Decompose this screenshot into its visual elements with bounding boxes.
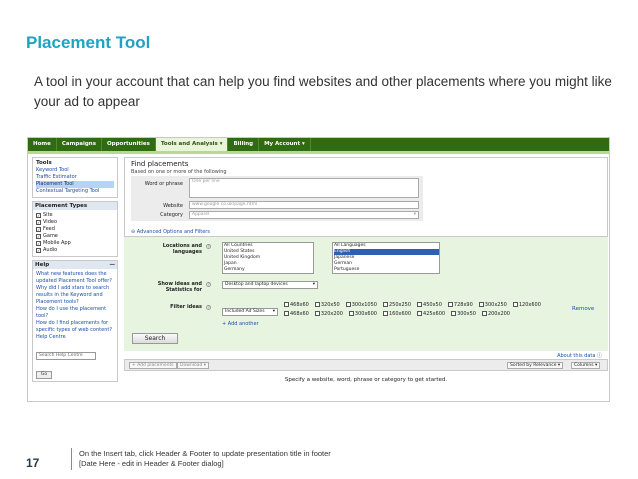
ad-sizes-row-1: 468x60 320x50 300x1050 250x250 450x50 728x90 3… <box>284 301 547 309</box>
help-icon[interactable]: ? <box>206 305 211 310</box>
help-link-use-tool[interactable]: How do I use the placement tool? <box>36 306 114 320</box>
nav-underline <box>28 151 609 154</box>
checkbox-icon[interactable]: ✓ <box>36 213 41 218</box>
chevron-down-icon: ▾ <box>272 309 275 314</box>
size-option[interactable]: 120x600 <box>512 301 541 309</box>
size-option[interactable]: 468x60 <box>284 301 309 309</box>
nav-tools-and-analysis[interactable]: Tools and Analysis ▾ <box>155 138 229 151</box>
word-label: Word or phrase <box>144 181 183 187</box>
checkbox-icon[interactable]: ✓ <box>36 234 41 239</box>
help-search-input[interactable]: Search Help Centre <box>36 352 96 360</box>
find-subtitle: Based on one or more of the following <box>131 169 227 175</box>
top-nav: Home Campaigns Opportunities Tools and A… <box>28 138 609 151</box>
sort-select[interactable]: Sorted by Relevance ▾ <box>507 362 564 369</box>
footer-line-2: [Date Here - edit in Header & Footer dia… <box>79 459 224 468</box>
filter-ideas-label: Filter ideas <box>170 304 202 310</box>
size-option[interactable]: 200x200 <box>481 310 510 318</box>
sidebar-link-traffic-estimator[interactable]: Traffic Estimator <box>36 174 114 181</box>
columns-select[interactable]: Columns ▾ <box>571 362 601 369</box>
help-link-help-centre[interactable]: Help Centre <box>36 334 114 341</box>
placement-type-game[interactable]: ✓ Game <box>36 233 114 240</box>
results-toolbar: + Add placements Download ▾ Sorted by Re… <box>124 359 608 371</box>
show-ideas-label: Show ideas and Statistics for <box>157 281 202 293</box>
locations-label: Locations and languages <box>162 243 202 255</box>
chevron-down-icon: ▾ <box>413 212 416 217</box>
word-input[interactable]: One per line <box>189 178 419 198</box>
nav-billing[interactable]: Billing <box>228 138 260 151</box>
slide-title: Placement Tool <box>26 33 151 52</box>
checkbox-icon[interactable]: ✓ <box>36 227 41 232</box>
help-title: Help <box>35 262 50 268</box>
size-option[interactable]: 300x1050 <box>345 301 377 309</box>
size-option[interactable]: 728x90 <box>447 301 473 309</box>
help-icon[interactable]: ? <box>206 244 211 249</box>
category-label: Category <box>160 212 183 218</box>
advanced-options-link[interactable]: ⊖ Advanced Options and Filters <box>131 229 210 235</box>
help-link-find-placements[interactable]: How do I find placements for specific ty… <box>36 320 114 334</box>
placement-type-feed[interactable]: ✓ Feed <box>36 226 114 233</box>
nav-opportunities[interactable]: Opportunities <box>102 138 156 151</box>
countries-list[interactable]: All Countries United States United Kingd… <box>222 242 314 274</box>
help-icon[interactable]: ? <box>206 282 211 287</box>
help-panel: Help — What new features does the updated… <box>32 260 118 382</box>
website-label: Website <box>163 203 183 209</box>
sidebar: Tools Keyword Tool Traffic Estimator Pla… <box>32 157 118 400</box>
footer-line-1: On the Insert tab, click Header & Footer… <box>79 449 331 458</box>
category-select[interactable]: Apparel ▾ <box>189 211 419 219</box>
sidebar-link-placement-tool[interactable]: Placement Tool <box>36 181 114 188</box>
size-option[interactable]: 300x50 <box>451 310 476 318</box>
help-link-stars[interactable]: Why did I add stars to search results in… <box>36 285 114 306</box>
tools-title: Tools <box>36 160 52 166</box>
website-input[interactable]: www.google.co.uk/page.html <box>189 201 419 209</box>
placement-types-panel: Placement Types ✓ Site ✓ Video ✓ Feed ✓ Game… <box>32 201 118 257</box>
sidebar-link-keyword-tool[interactable]: Keyword Tool <box>36 167 114 174</box>
advanced-options-panel: Locations and languages ? All Countries … <box>124 236 608 351</box>
sidebar-link-contextual-targeting[interactable]: Contextual Targeting Tool <box>36 188 114 195</box>
checkbox-icon[interactable]: ✓ <box>36 220 41 225</box>
find-title: Find placements <box>131 160 189 168</box>
collapse-icon[interactable]: — <box>110 262 116 268</box>
nav-my-account[interactable]: My Account ▾ <box>259 138 311 151</box>
size-option[interactable]: 250x250 <box>382 301 411 309</box>
size-option[interactable]: 300x600 <box>348 310 377 318</box>
nav-home[interactable]: Home <box>28 138 57 151</box>
main-content: Find placements Based on one or more of … <box>124 157 608 400</box>
placement-type-site[interactable]: ✓ Site <box>36 212 114 219</box>
adwords-screenshot: Home Campaigns Opportunities Tools and A… <box>27 137 610 402</box>
download-button[interactable]: Download ▾ <box>177 362 210 369</box>
nav-campaigns[interactable]: Campaigns <box>57 138 102 151</box>
checkbox-icon[interactable]: ✓ <box>36 241 41 246</box>
footer-divider <box>71 448 72 470</box>
checkbox-icon[interactable]: ✓ <box>36 248 41 253</box>
size-option[interactable]: 160x600 <box>382 310 411 318</box>
size-option[interactable]: 450x50 <box>417 301 442 309</box>
search-button[interactable]: Search <box>132 333 178 344</box>
placement-type-mobile-app[interactable]: ✓ Mobile App <box>36 240 114 247</box>
devices-select[interactable]: Desktop and laptop devices ▾ <box>222 281 318 289</box>
footer-text: On the Insert tab, click Header & Footer… <box>79 449 331 469</box>
tools-panel: Tools Keyword Tool Traffic Estimator Pla… <box>32 157 118 198</box>
filter-select[interactable]: Included Ad Sizes ▾ <box>222 308 278 316</box>
add-placements-button[interactable]: + Add placements <box>129 362 177 369</box>
ad-sizes-row-2: 468x60 320x200 300x600 160x600 425x600 300x50… <box>284 310 516 318</box>
slide-description: A tool in your account that can help you… <box>34 74 612 109</box>
empty-results-message: Specify a website, word, phrase or categ… <box>284 377 448 383</box>
size-option[interactable]: 468x60 <box>284 310 309 318</box>
size-option[interactable]: 320x200 <box>314 310 343 318</box>
languages-list[interactable]: All Languages English Japanese German Po… <box>332 242 440 274</box>
help-search-button[interactable]: Go <box>36 371 52 379</box>
about-this-data-link[interactable]: About this data ⓘ <box>557 352 602 359</box>
help-link-new-features[interactable]: What new features does the updated Place… <box>36 271 114 285</box>
chevron-down-icon: ▾ <box>312 282 315 287</box>
placement-type-video[interactable]: ✓ Video <box>36 219 114 226</box>
size-option[interactable]: 425x600 <box>417 310 445 318</box>
slide-number: 17 <box>26 456 40 470</box>
size-option[interactable]: 300x250 <box>478 301 507 309</box>
placement-type-audio[interactable]: ✓ Audio <box>36 247 114 254</box>
placement-types-title[interactable]: Placement Types <box>35 203 87 209</box>
remove-filter-link[interactable]: Remove <box>572 306 594 312</box>
search-form: Word or phrase One per line Website www.… <box>131 176 423 221</box>
size-option[interactable]: 320x50 <box>314 301 340 309</box>
add-another-filter-link[interactable]: + Add another <box>222 321 259 327</box>
